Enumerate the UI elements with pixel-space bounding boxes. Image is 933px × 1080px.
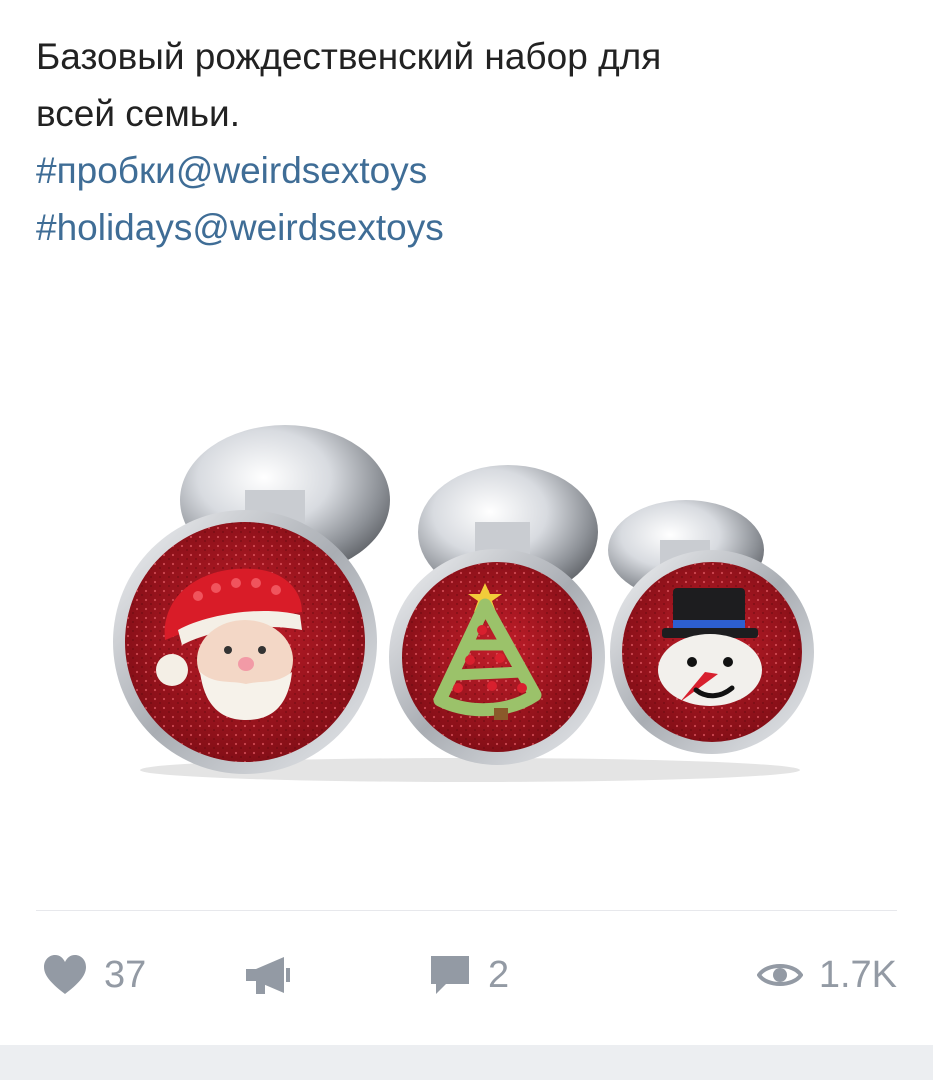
comment-icon	[431, 956, 469, 994]
large-plug	[113, 425, 390, 774]
views-counter: 1.7K	[756, 945, 897, 1005]
like-count: 37	[104, 953, 147, 996]
megaphone-icon	[246, 957, 290, 994]
divider	[36, 910, 897, 911]
eye-icon	[756, 964, 803, 986]
post-text: Базовый рождественский набор для всей се…	[36, 28, 896, 256]
post-photo[interactable]	[0, 300, 933, 900]
post-text-line: всей семьи.	[36, 93, 241, 134]
like-button[interactable]: 37	[42, 945, 146, 1005]
heart-icon	[44, 955, 86, 994]
medium-plug	[389, 465, 605, 765]
hashtag-link[interactable]: #пробки@weirdsextoys	[36, 142, 896, 199]
comment-count: 2	[488, 953, 510, 996]
bottom-bar	[0, 1045, 933, 1080]
share-button[interactable]	[244, 945, 292, 1005]
post-text-line: Базовый рождественский набор для	[36, 36, 662, 77]
post-actions: 37 2 1.7K	[0, 935, 933, 1015]
small-plug	[608, 500, 814, 754]
hashtag-link[interactable]: #holidays@weirdsextoys	[36, 199, 896, 256]
comment-button[interactable]: 2	[428, 945, 509, 1005]
views-count: 1.7K	[818, 953, 897, 996]
